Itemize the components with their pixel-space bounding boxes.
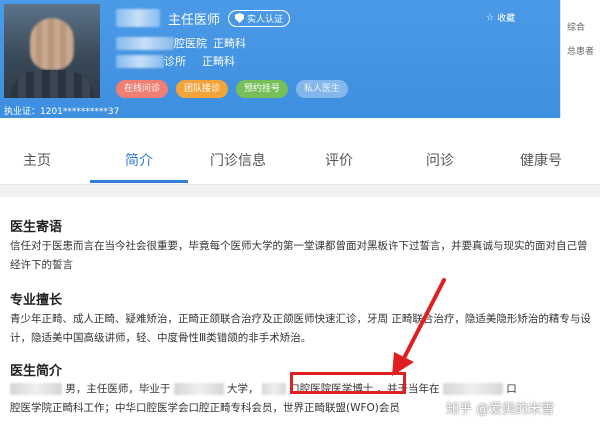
intro-text-4: 口 [506, 383, 517, 395]
private-doctor-button[interactable]: 私人医生 [296, 80, 349, 98]
favorite-label: 收藏 [497, 14, 516, 24]
side-stat-label-2: 总患者 [567, 47, 595, 57]
online-consult-button[interactable]: 在线问诊 [116, 80, 169, 98]
team-consult-button[interactable]: 团队接诊 [176, 80, 229, 98]
star-icon: ☆ [486, 12, 495, 23]
doctor-name-blurred [116, 9, 160, 27]
license-number: 执业证：1201**********37 [4, 107, 120, 117]
doctor-header: 执业证：1201**********37 主任医师 实人认证 腔医院 正畸科 诊… [0, 0, 600, 118]
doctor-avatar [4, 4, 100, 98]
reserve-button[interactable]: 预约挂号 [236, 80, 289, 98]
hospital-name-blurred [116, 36, 174, 50]
clinic-name-blurred [116, 54, 164, 68]
clinic-name: 诊所 [164, 55, 186, 68]
clinic-row: 诊所 正畸科 [116, 53, 235, 69]
specialty-text: 青少年正畸、成人正畸、疑难矫治，正畸正颌联合治疗及正颌医师快速汇诊，牙周 正畸联… [10, 313, 591, 344]
intro-text-2: 大学， [227, 383, 259, 395]
intro-title: 医生简介 [10, 364, 63, 379]
favorite-button[interactable]: ☆ 收藏 [486, 11, 516, 25]
zhihu-watermark: 知乎 @爱美的米雪 [446, 402, 555, 417]
hospital-name: 腔医院 [174, 37, 207, 50]
institution-blurred [261, 383, 286, 395]
side-stat-label-1: 综合 [567, 23, 586, 33]
clinic-department: 正畸科 [202, 55, 235, 68]
side-stats-panel: 综合 总患者 [560, 0, 600, 118]
shield-icon [235, 13, 245, 23]
specialty-title: 专业擅长 [10, 293, 63, 308]
doctor-name-blurred-2 [10, 383, 62, 395]
tab-home[interactable]: 主页 [6, 140, 68, 183]
doctor-name-row: 主任医师 实人认证 [116, 8, 291, 28]
university-blurred [173, 383, 224, 395]
tab-intro[interactable]: 简介 [90, 140, 188, 183]
doctor-title: 主任医师 [168, 12, 221, 28]
tab-clinic-info[interactable]: 门诊信息 [196, 140, 280, 183]
tab-consult[interactable]: 问诊 [410, 140, 470, 183]
verify-badge: 实人认证 [228, 9, 291, 27]
tab-reviews[interactable]: 评价 [306, 140, 372, 183]
profile-tabs: 主页 简介 门诊信息 评价 问诊 健康号 [0, 140, 600, 185]
workplace-blurred [442, 383, 503, 395]
message-text: 信任对于医患而言在当今社会很重要，毕竟每个医师大学的第一堂课都曾面对黑板许下过誓… [10, 240, 588, 271]
action-buttons: 在线问诊 团队接诊 预约挂号 私人医生 [116, 80, 349, 98]
tab-health[interactable]: 健康号 [508, 140, 574, 183]
section-divider [0, 185, 600, 197]
verify-label: 实人认证 [247, 14, 284, 25]
hospital-department: 正畸科 [213, 37, 246, 50]
intro-text-1: 男，主任医师，毕业于 [65, 383, 171, 395]
annotation-arrow [392, 278, 446, 376]
message-title: 医生寄语 [10, 220, 63, 235]
active-tab-indicator [90, 180, 188, 183]
hospital-row: 腔医院 正畸科 [116, 35, 246, 51]
